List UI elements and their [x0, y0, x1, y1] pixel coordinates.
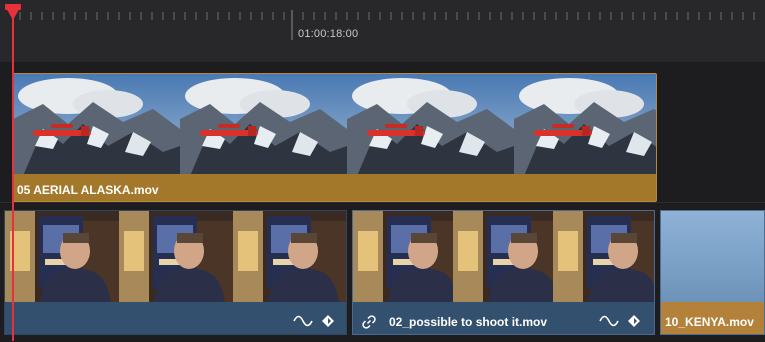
timeline[interactable]: 01:00:18:00 05 AERIAL ALASKA.mov 02_poss… — [0, 0, 765, 342]
playhead[interactable] — [12, 6, 14, 341]
clip-kenya[interactable]: 10_KENYA.mov — [660, 210, 765, 335]
clip-name-label: 02_possible to shoot it.mov — [389, 315, 548, 329]
clip-aerial-alaska[interactable]: 05 AERIAL ALASKA.mov — [12, 73, 657, 202]
clip-interview-left[interactable] — [4, 210, 347, 335]
keyframe-icon — [628, 315, 640, 327]
clip-possible-to-shoot-it[interactable]: 02_possible to shoot it.mov — [352, 210, 655, 335]
clip-thumbnails — [353, 211, 654, 304]
playhead-marker[interactable] — [5, 6, 21, 20]
audio-waveform-icon — [599, 315, 619, 327]
clip-thumbnails — [5, 211, 346, 304]
clip-name-label: 10_KENYA.mov — [665, 315, 754, 329]
clip-thumbnails — [661, 211, 764, 304]
clip-thumbnails — [13, 74, 656, 176]
timeline-ruler[interactable]: 01:00:18:00 — [0, 0, 765, 63]
link-icon — [362, 315, 376, 329]
keyframe-icon — [322, 315, 334, 327]
clip-name-label: 05 AERIAL ALASKA.mov — [17, 183, 159, 197]
ruler-ticks — [19, 10, 755, 40]
ruler-timecode-label: 01:00:18:00 — [298, 28, 359, 40]
audio-waveform-icon — [293, 315, 313, 327]
